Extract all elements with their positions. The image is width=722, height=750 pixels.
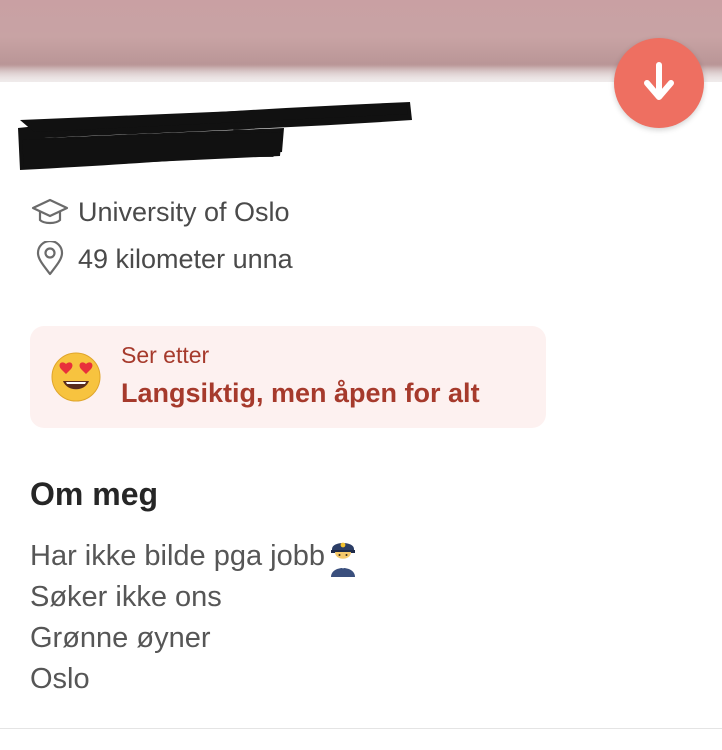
about-line: Har ikke bilde pga jobb: [30, 536, 359, 577]
looking-for-label: Ser etter: [121, 342, 210, 368]
police-officer-emoji-icon: [331, 542, 356, 577]
distance-row: 49 kilometer unna: [30, 241, 293, 276]
profile-photo[interactable]: [0, 0, 722, 82]
about-line: Oslo: [30, 663, 90, 695]
collapse-profile-button[interactable]: [614, 38, 704, 128]
about-line: Grønne øyner: [30, 622, 211, 654]
looking-for-value: Langsiktig, men åpen for alt: [121, 378, 480, 408]
looking-for-card: Ser etter Langsiktig, men åpen for alt: [30, 326, 546, 428]
location-pin-icon: [30, 241, 70, 276]
name-redaction-scribble: [18, 102, 412, 170]
heart-eyes-emoji-icon: [51, 352, 101, 402]
arrow-down-icon: [644, 62, 674, 100]
school-row: University of Oslo: [30, 195, 290, 229]
about-text: Har ikke bilde pga jobb Søker ikke ons G…: [30, 536, 359, 700]
about-line: Søker ikke ons: [30, 581, 222, 613]
distance-text: 49 kilometer unna: [78, 243, 293, 274]
graduation-cap-icon: [30, 195, 70, 229]
divider: [0, 728, 722, 729]
about-title: Om meg: [30, 476, 159, 512]
about-line-text: Har ikke bilde pga jobb: [30, 540, 326, 572]
school-text: University of Oslo: [78, 196, 290, 227]
